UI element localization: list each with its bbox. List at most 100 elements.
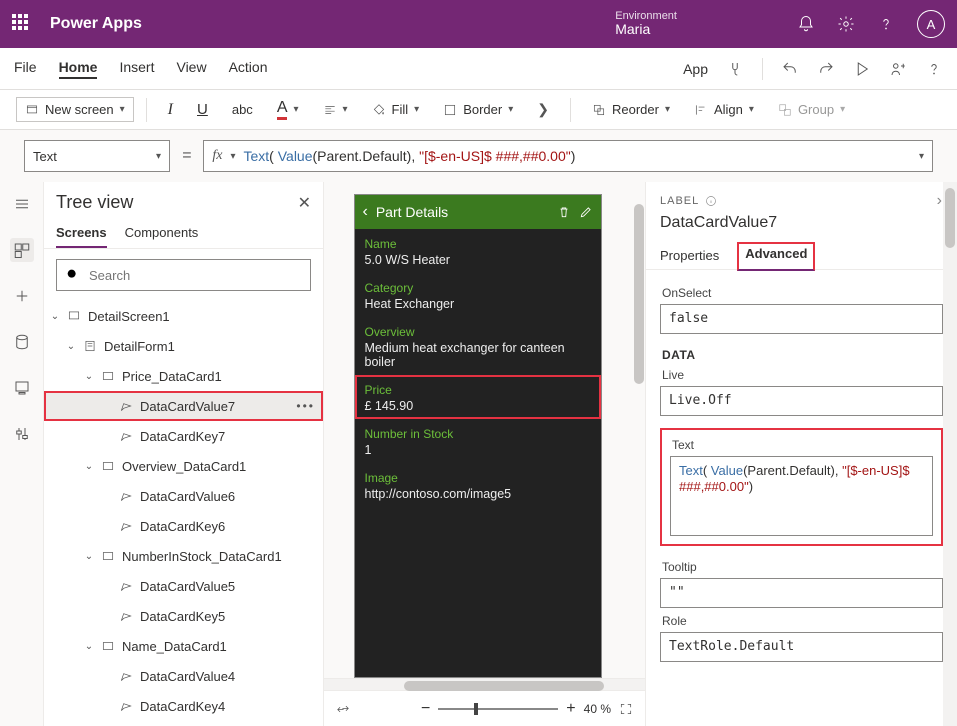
italic-button[interactable]: I xyxy=(159,96,182,124)
expand-icon[interactable]: ▾ xyxy=(919,151,924,162)
info-icon[interactable] xyxy=(705,195,717,207)
property-dropdown[interactable]: Text ▾ xyxy=(24,140,170,172)
menu-insert[interactable]: Insert xyxy=(119,59,154,79)
text-label: Text xyxy=(672,438,933,452)
strikethrough-button[interactable]: abc xyxy=(223,97,262,122)
switch-orientation-icon[interactable] xyxy=(336,702,350,716)
zoom-out-button[interactable]: − xyxy=(421,700,430,718)
paint-bucket-icon xyxy=(372,103,386,117)
rail-data[interactable] xyxy=(10,330,34,354)
tree-search[interactable] xyxy=(56,259,311,291)
play-icon[interactable] xyxy=(853,60,871,78)
properties-body: OnSelect false DATA Live Live.Off Text T… xyxy=(646,270,957,726)
rail-tree-view[interactable] xyxy=(10,238,34,262)
tree-item[interactable]: DataCardValue5 xyxy=(44,571,323,601)
menu-action[interactable]: Action xyxy=(229,59,268,79)
menu-bar: File Home Insert View Action App xyxy=(0,48,957,90)
canvas-footer: − + 40 % xyxy=(324,690,645,726)
menu-view[interactable]: View xyxy=(176,59,206,79)
properties-scrollbar[interactable] xyxy=(943,182,957,726)
field-price[interactable]: Price£ 145.90 xyxy=(355,375,601,419)
menu-app[interactable]: App xyxy=(683,61,708,77)
help-menu-icon[interactable] xyxy=(925,60,943,78)
border-button[interactable]: Border▾ xyxy=(434,97,522,122)
formula-bar: Text ▾ = fx ▾ Text( Value(Parent.Default… xyxy=(0,130,957,182)
gear-icon[interactable] xyxy=(837,15,855,33)
tree-item-screen[interactable]: ⌄DetailScreen1 xyxy=(44,301,323,331)
field-category: CategoryHeat Exchanger xyxy=(355,273,601,317)
rail-media[interactable] xyxy=(10,376,34,400)
underline-button[interactable]: U xyxy=(188,96,217,123)
help-icon[interactable] xyxy=(877,15,895,33)
rail-hamburger[interactable] xyxy=(10,192,34,216)
env-name: Maria xyxy=(615,22,677,37)
tab-screens[interactable]: Screens xyxy=(56,219,107,248)
zoom-percent: 40 % xyxy=(584,702,611,716)
redo-icon[interactable] xyxy=(817,60,835,78)
tree-view-panel: Tree view ✕ Screens Components ⌄DetailSc… xyxy=(44,182,324,726)
formula-input[interactable]: fx ▾ Text( Value(Parent.Default), "[$-en… xyxy=(203,140,933,172)
menu-file[interactable]: File xyxy=(14,59,37,79)
environment-picker[interactable]: Environment Maria xyxy=(607,10,677,37)
tooltip-label: Tooltip xyxy=(662,560,943,574)
tree-item-selected[interactable]: DataCardValue7••• xyxy=(44,391,323,421)
text-align-button[interactable]: ▾ xyxy=(314,98,357,122)
onselect-label: OnSelect xyxy=(662,286,943,300)
rail-tools[interactable] xyxy=(10,422,34,446)
fill-button[interactable]: Fill▾ xyxy=(363,97,429,122)
tab-advanced[interactable]: Advanced xyxy=(737,242,815,271)
zoom-slider[interactable] xyxy=(438,708,558,710)
undo-icon[interactable] xyxy=(781,60,799,78)
field-image: Imagehttp://contoso.com/image5 xyxy=(355,463,601,507)
tooltip-input[interactable]: "" xyxy=(660,578,943,608)
tree-item-form[interactable]: ⌄DetailForm1 xyxy=(44,331,323,361)
tree-item[interactable]: DataCardValue6 xyxy=(44,481,323,511)
align-objects-button[interactable]: Align▾ xyxy=(685,97,763,122)
more-format-button[interactable]: ❯ xyxy=(528,96,558,123)
chevron-down-icon[interactable]: ▾ xyxy=(230,151,235,162)
font-color-button[interactable]: A▾ xyxy=(268,94,308,125)
group-button[interactable]: Group▾ xyxy=(769,97,854,122)
fit-screen-icon[interactable] xyxy=(619,702,633,716)
phone-preview[interactable]: ‹ Part Details Name5.0 W/S Heater Catego… xyxy=(354,194,602,678)
delete-icon[interactable] xyxy=(557,205,571,219)
tree-item[interactable]: DataCardKey5 xyxy=(44,601,323,631)
tree-item[interactable]: DataCardKey4 xyxy=(44,691,323,721)
share-icon[interactable] xyxy=(889,60,907,78)
reorder-button[interactable]: Reorder▾ xyxy=(583,97,679,122)
search-input[interactable] xyxy=(89,268,302,283)
screen-title: Part Details xyxy=(376,204,549,220)
bell-icon[interactable] xyxy=(797,15,815,33)
canvas: ‹ Part Details Name5.0 W/S Heater Catego… xyxy=(324,182,645,726)
tree-item-datacard[interactable]: ⌄Name_DataCard1 xyxy=(44,631,323,661)
diagnostics-icon[interactable] xyxy=(726,60,744,78)
tree-item-datacard[interactable]: ⌄Price_DataCard1 xyxy=(44,361,323,391)
tab-properties[interactable]: Properties xyxy=(660,242,719,269)
new-screen-button[interactable]: New screen ▾ xyxy=(16,97,134,122)
live-input[interactable]: Live.Off xyxy=(660,386,943,416)
ribbon-toolbar: New screen ▾ I U abc A▾ ▾ Fill▾ Border▾ … xyxy=(0,90,957,130)
equals-sign: = xyxy=(182,147,191,165)
avatar[interactable]: A xyxy=(917,10,945,38)
tree-item[interactable]: DataCardKey7 xyxy=(44,421,323,451)
rail-insert[interactable] xyxy=(10,284,34,308)
menu-home[interactable]: Home xyxy=(59,59,98,79)
waffle-icon[interactable] xyxy=(12,14,32,34)
role-input[interactable]: TextRole.Default xyxy=(660,632,943,662)
edit-icon[interactable] xyxy=(579,205,593,219)
more-icon[interactable]: ••• xyxy=(296,399,315,413)
screen-icon xyxy=(25,103,39,117)
text-input[interactable]: Text( Value(Parent.Default), "[$-en-US]$… xyxy=(670,456,933,536)
search-icon xyxy=(65,267,81,283)
close-icon[interactable]: ✕ xyxy=(298,193,311,213)
tab-components[interactable]: Components xyxy=(125,219,199,248)
tree-item[interactable]: DataCardValue4 xyxy=(44,661,323,691)
tree-item[interactable]: DataCardKey6 xyxy=(44,511,323,541)
tree-item-datacard[interactable]: ⌄NumberInStock_DataCard1 xyxy=(44,541,323,571)
tree-item-datacard[interactable]: ⌄Overview_DataCard1 xyxy=(44,451,323,481)
onselect-input[interactable]: false xyxy=(660,304,943,334)
control-type-label: LABEL xyxy=(660,195,699,207)
canvas-scrollbar-horizontal[interactable] xyxy=(324,678,645,690)
zoom-in-button[interactable]: + xyxy=(566,700,575,718)
back-icon[interactable]: ‹ xyxy=(363,203,368,221)
